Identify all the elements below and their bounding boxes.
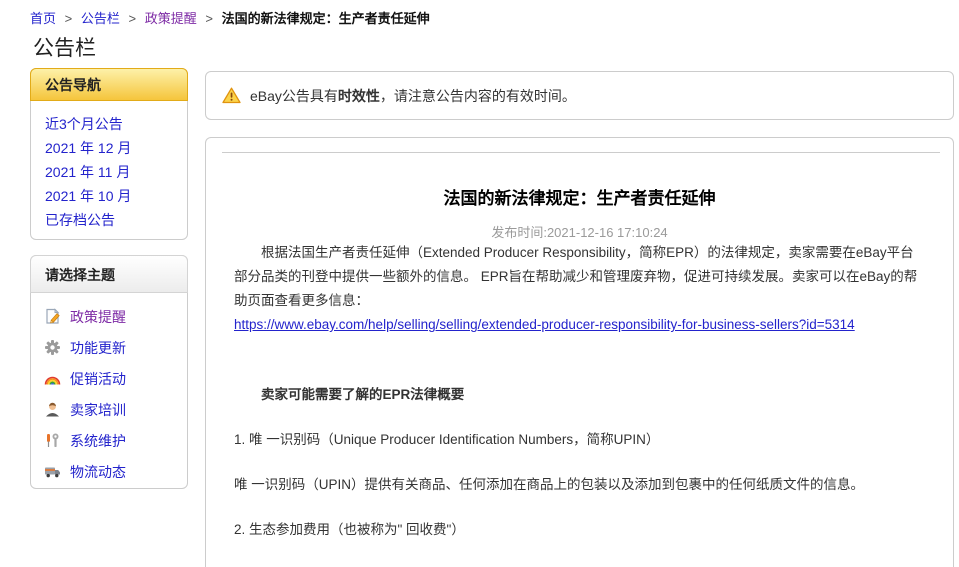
announcement-nav-links: 近3个月公告 2021 年 12 月 2021 年 11 月 2021 年 10… (31, 100, 187, 232)
policy-doc-pencil-icon (46, 308, 60, 324)
topic-item-maintenance[interactable]: 系统维护 (44, 425, 187, 456)
topic-link-policy[interactable]: 政策提醒 (70, 307, 126, 327)
help-link-line: https://www.ebay.com/help/selling/sellin… (234, 313, 925, 337)
article-body: 根据法国生产者责任延伸（Extended Producer Responsibi… (206, 241, 953, 542)
notice-text-bold: 时效性 (337, 87, 380, 104)
epr-item-upin-detail: 唯 一识别码（UPIN）提供有关商品、任何添加在商品上的包装以及添加到包裹中的任… (234, 477, 865, 492)
publish-time: 发布时间:2021-12-16 17:10:24 (491, 225, 668, 240)
notice-text-prefix: eBay公告具有 (250, 87, 338, 104)
topic-link-feature[interactable]: 功能更新 (70, 338, 126, 358)
content-divider (222, 152, 940, 153)
seller-avatar-icon (46, 402, 59, 417)
tools-icon (47, 433, 59, 447)
article-intro-paragraph: 根据法国生产者责任延伸（Extended Producer Responsibi… (234, 245, 918, 308)
topic-item-policy[interactable]: 政策提醒 (44, 301, 187, 332)
announcement-nav-box: 公告导航 近3个月公告 2021 年 12 月 2021 年 11 月 2021… (30, 68, 188, 240)
sidebar-link-archived[interactable]: 已存档公告 (45, 208, 173, 232)
notice-text-suffix: ，请注意公告内容的有效时间。 (379, 87, 576, 104)
timeliness-notice: eBay公告具有 时效性 ，请注意公告内容的有效时间。 (205, 71, 954, 120)
sidebar-link-2021-10[interactable]: 2021 年 10 月 (45, 184, 173, 208)
topic-link-logistics[interactable]: 物流动态 (70, 462, 126, 482)
breadcrumb-policy-link[interactable]: 政策提醒 (145, 11, 197, 26)
article-title: 法国的新法律规定：生产者责任延伸 (443, 189, 716, 208)
announcement-content-box: 法国的新法律规定：生产者责任延伸 发布时间:2021-12-16 17:10:2… (205, 137, 954, 567)
topic-select-header: 请选择主题 (30, 255, 188, 293)
page-title: 公告栏 (33, 37, 96, 60)
epr-summary-heading: 卖家可能需要了解的EPR法律概要 (261, 387, 465, 402)
epr-item-upin: 1. 唯 一识别码（Unique Producer Identification… (234, 432, 660, 447)
breadcrumb-current-page: 法国的新法律规定：生产者责任延伸 (221, 11, 430, 26)
topic-select-box: 请选择主题 政策提醒 功能更新 促销活动 卖家培训 系统维护 物流动态 (30, 255, 188, 489)
sidebar-link-2021-12[interactable]: 2021 年 12 月 (45, 136, 173, 160)
topic-item-training[interactable]: 卖家培训 (44, 394, 187, 425)
breadcrumb-separator: > (64, 11, 73, 26)
gear-icon (45, 340, 60, 355)
topic-item-feature[interactable]: 功能更新 (44, 332, 187, 363)
topic-item-promo[interactable]: 促销活动 (44, 363, 187, 394)
epr-help-link[interactable]: https://www.ebay.com/help/selling/sellin… (234, 317, 855, 332)
breadcrumb-separator: > (205, 11, 213, 26)
topic-items: 政策提醒 功能更新 促销活动 卖家培训 系统维护 物流动态 (31, 293, 187, 487)
sidebar-link-recent-3-months[interactable]: 近3个月公告 (45, 112, 173, 136)
breadcrumb-separator: > (128, 11, 137, 26)
topic-link-promo[interactable]: 促销活动 (70, 369, 126, 389)
warning-triangle-icon (222, 87, 241, 104)
rainbow-icon (44, 376, 61, 385)
topic-link-training[interactable]: 卖家培训 (70, 400, 126, 420)
epr-item-eco-fee: 2. 生态参加费用（也被称为" 回收费"） (234, 522, 465, 537)
topic-item-logistics[interactable]: 物流动态 (44, 456, 187, 487)
breadcrumb-board-link[interactable]: 公告栏 (81, 11, 120, 26)
sidebar-link-2021-11[interactable]: 2021 年 11 月 (45, 160, 173, 184)
breadcrumb: 首页 > 公告栏 > 政策提醒 > 法国的新法律规定：生产者责任延伸 (30, 8, 430, 27)
announcement-nav-header: 公告导航 (30, 68, 188, 101)
truck-icon (45, 467, 60, 478)
breadcrumb-home-link[interactable]: 首页 (30, 11, 56, 26)
topic-link-maintenance[interactable]: 系统维护 (70, 431, 126, 451)
